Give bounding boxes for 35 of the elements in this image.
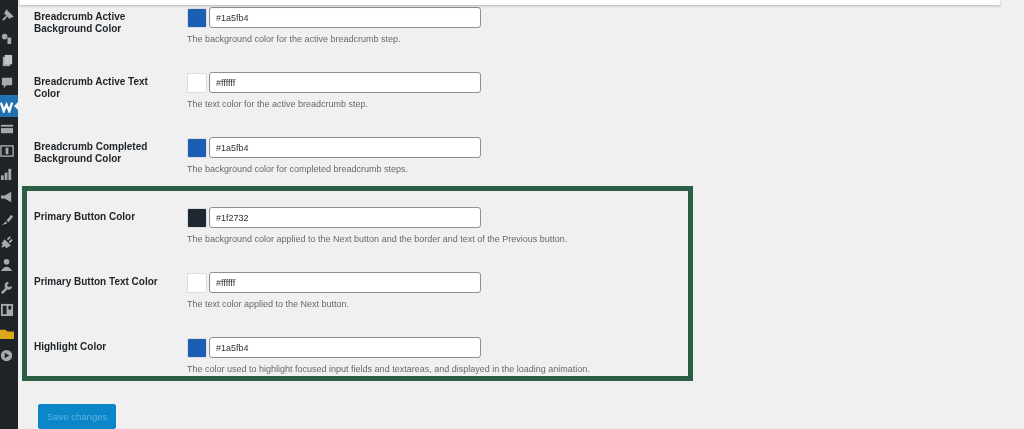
color-swatch[interactable] [187, 272, 207, 293]
pages-icon [0, 53, 14, 68]
brush-icon [0, 212, 14, 227]
pin-icon [0, 8, 14, 23]
setting-description: The background color applied to the Next button and the border and text of the Previous button. [187, 234, 568, 244]
user-icon [0, 257, 14, 272]
sidebar-item[interactable] [0, 94, 18, 118]
setting-label: Breadcrumb Completed Background Color [33, 140, 149, 166]
setting-description: The background color for completed breadcrumb steps. [187, 164, 410, 174]
wrench-icon [0, 280, 14, 295]
plug-icon [0, 235, 14, 250]
color-swatch[interactable] [187, 72, 207, 93]
color-input[interactable]: #1a5fb4 [209, 137, 481, 158]
megaphone-icon [0, 189, 14, 204]
setting-description: The text color applied to the Next button. [187, 299, 351, 309]
setting-description: The color used to highlight focused input fields and textareas, and displayed in the loading animation. [187, 364, 590, 374]
color-input[interactable]: #1a5fb4 [209, 7, 481, 28]
setting-label: Primary Button Text Color [33, 275, 159, 289]
chart-icon [0, 167, 14, 182]
color-input[interactable]: #1a5fb4 [209, 337, 481, 358]
setting-label: Highlight Color [33, 340, 108, 354]
setting-description: The text color for the active breadcrumb step. [187, 99, 370, 109]
color-swatch[interactable] [187, 137, 207, 158]
setting-label: Primary Button Color [33, 210, 137, 224]
logo-icon [0, 99, 14, 114]
setting-label: Breadcrumb Active Background Color [33, 10, 127, 36]
color-input[interactable]: #1f2732 [209, 207, 481, 228]
setting-label: Breadcrumb Active Text Color [33, 75, 149, 101]
color-input[interactable]: #ffffff [209, 272, 481, 293]
media-icon [0, 31, 14, 46]
setting-description: The background color for the active breadcrumb step. [187, 34, 402, 44]
color-input[interactable]: #ffffff [209, 72, 481, 93]
color-swatch[interactable] [187, 337, 207, 358]
color-swatch[interactable] [187, 7, 207, 28]
color-swatch[interactable] [187, 207, 207, 228]
